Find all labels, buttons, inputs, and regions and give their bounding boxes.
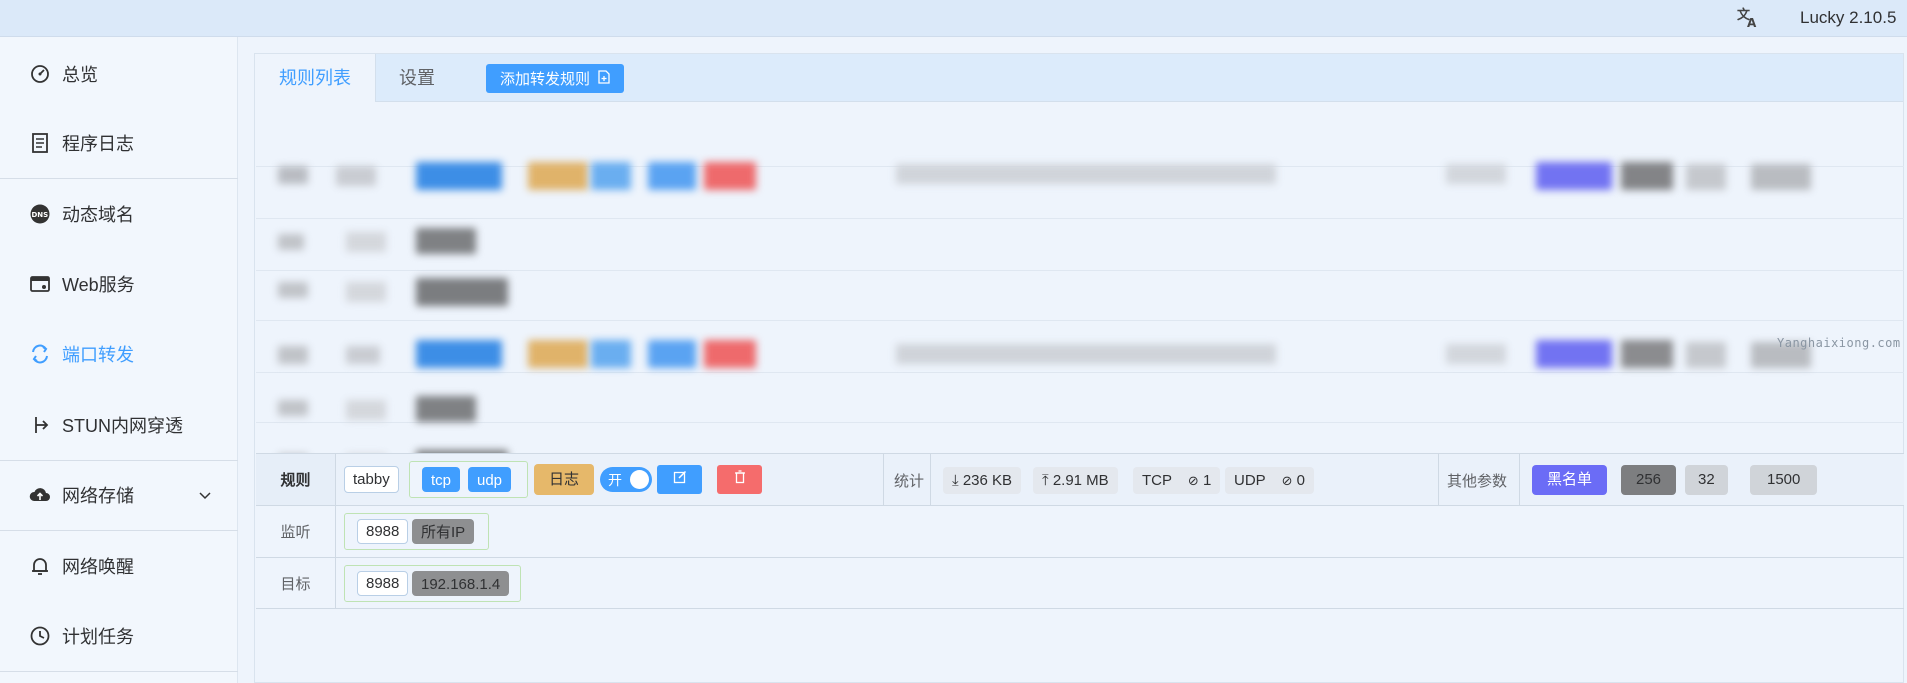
link-icon: ⊘ xyxy=(1187,473,1199,488)
sidebar-item-label: 动态域名 xyxy=(62,205,134,225)
table-row: 目标 8988 192.168.1.4 xyxy=(256,557,1904,609)
param-tag: 1500 xyxy=(1750,465,1818,495)
log-icon xyxy=(28,131,52,155)
protocol-tcp-tag: tcp xyxy=(422,467,461,492)
protocol-udp-tag: udp xyxy=(468,467,512,492)
app-version: Lucky 2.10.5 xyxy=(1800,8,1897,27)
tab-rule-list[interactable]: 规则列表 xyxy=(255,54,376,102)
web-icon xyxy=(28,272,52,296)
target-group: 8988 192.168.1.4 xyxy=(344,565,521,602)
port-forward-icon xyxy=(28,342,52,366)
sidebar-item-label: 网络唤醒 xyxy=(62,557,134,577)
switch-label: 开 xyxy=(608,472,622,488)
listen-group: 8988 所有IP xyxy=(344,513,489,550)
sidebar-item-label: 总览 xyxy=(62,65,98,85)
download-icon: ⤓ xyxy=(952,472,959,489)
bell-icon xyxy=(28,554,52,578)
sidebar-item-web[interactable]: Web服务 xyxy=(0,254,238,314)
sidebar-item-ddns[interactable]: DNS 动态域名 xyxy=(0,184,238,244)
chevron-down-icon xyxy=(198,485,212,506)
rule-name-tag: tabby xyxy=(344,466,399,493)
blacklist-tag: 黑名单 xyxy=(1532,465,1608,495)
clock-icon xyxy=(28,624,52,648)
sidebar-item-logs[interactable]: 程序日志 xyxy=(0,113,238,173)
tcp-label: TCP xyxy=(1142,472,1172,489)
param-tag: 256 xyxy=(1621,465,1677,495)
upload-icon: ⤒ xyxy=(1042,472,1049,489)
tcp-connections-stat: TCP ⊘ 1 xyxy=(1133,467,1221,494)
delete-button[interactable] xyxy=(717,465,762,494)
svg-text:A: A xyxy=(1747,16,1757,28)
tab-settings[interactable]: 设置 xyxy=(375,54,459,102)
document-add-icon xyxy=(598,69,610,88)
table-row: 监听 8988 所有IP xyxy=(256,505,1904,557)
other-params-label: 其他参数 xyxy=(1447,473,1508,490)
add-button-label: 添加转发规则 xyxy=(500,71,591,88)
tab-bar: 规则列表 设置 添加转发规则 xyxy=(255,54,1903,102)
sidebar-item-label: 计划任务 xyxy=(62,627,134,647)
listen-ip-tag: 所有IP xyxy=(412,519,475,544)
table-row: 规则 tabby tcp udp 日志 开 统计 ⤓ 236 KB ⤒ 2.91… xyxy=(256,453,1904,505)
divider xyxy=(0,530,238,531)
sidebar-item-label: Web服务 xyxy=(62,275,135,295)
svg-text:DNS: DNS xyxy=(32,211,49,219)
edit-icon xyxy=(673,470,687,489)
link-icon: ⊘ xyxy=(1281,473,1293,488)
redacted-rules-area xyxy=(256,114,1904,504)
switch-knob xyxy=(630,470,649,489)
sidebar-item-label: 端口转发 xyxy=(62,345,134,365)
sidebar-item-stun[interactable]: STUN内网穿透 xyxy=(0,395,238,455)
target-label: 目标 xyxy=(256,558,336,608)
listen-port-tag: 8988 xyxy=(357,519,409,544)
edit-button[interactable] xyxy=(657,465,702,494)
udp-label: UDP xyxy=(1234,472,1266,489)
param-tag: 32 xyxy=(1685,465,1728,495)
sidebar-item-overview[interactable]: 总览 xyxy=(0,44,238,104)
sidebar-item-label: 网络存储 xyxy=(62,486,134,506)
dashboard-icon xyxy=(28,62,52,86)
sidebar-item-label: STUN内网穿透 xyxy=(62,416,183,436)
stats-label: 统计 xyxy=(894,473,925,490)
log-button[interactable]: 日志 xyxy=(534,464,595,495)
tcp-count: 1 xyxy=(1202,472,1212,489)
trash-icon xyxy=(734,470,746,489)
enable-switch[interactable]: 开 xyxy=(600,467,652,492)
sidebar-item-port-forward[interactable]: 端口转发 xyxy=(0,324,238,384)
sidebar-item-wol[interactable]: 网络唤醒 xyxy=(0,536,238,596)
cloud-upload-icon xyxy=(28,483,52,507)
download-stat: ⤓ 236 KB xyxy=(943,467,1022,494)
sidebar-item-storage[interactable]: 网络存储 xyxy=(0,465,238,525)
listen-label: 监听 xyxy=(256,506,336,557)
watermark-text: Yanghaixiong.com xyxy=(1777,336,1901,350)
target-port-tag: 8988 xyxy=(357,571,409,596)
sidebar-item-tasks[interactable]: 计划任务 xyxy=(0,606,238,666)
upload-value: 2.91 MB xyxy=(1052,472,1109,489)
main-card: 规则列表 设置 添加转发规则 Yanghaixiong.com 规则 tabby… xyxy=(254,53,1904,683)
target-ip-tag: 192.168.1.4 xyxy=(412,571,510,596)
sidebar: 总览 程序日志 DNS 动态域名 Web服务 端口转发 STUN内网穿透 网络存… xyxy=(0,37,238,683)
divider xyxy=(0,460,238,461)
protocol-group: tcp udp xyxy=(409,461,528,498)
upload-stat: ⤒ 2.91 MB xyxy=(1033,467,1118,494)
download-value: 236 KB xyxy=(962,472,1013,489)
rule-label: 规则 xyxy=(256,454,336,505)
udp-count: 0 xyxy=(1296,472,1305,489)
udp-connections-stat: UDP ⊘ 0 xyxy=(1225,467,1314,494)
dns-icon: DNS xyxy=(28,202,52,226)
divider xyxy=(0,178,238,179)
divider xyxy=(0,671,238,672)
add-forward-rule-button[interactable]: 添加转发规则 xyxy=(486,64,625,93)
stun-icon xyxy=(28,413,52,437)
translate-icon[interactable]: 文A xyxy=(1734,6,1762,30)
top-bar: 文A Lucky 2.10.5 xyxy=(0,0,1907,37)
sidebar-item-label: 程序日志 xyxy=(62,134,134,154)
